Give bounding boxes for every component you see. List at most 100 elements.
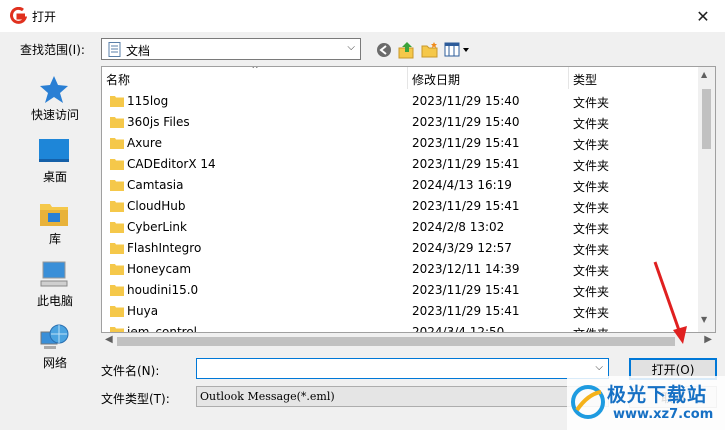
- close-button[interactable]: ✕: [681, 0, 725, 32]
- file-name: Axure: [127, 136, 162, 150]
- file-row[interactable]: FlashIntegro 2024/3/29 12:57 文件夹: [102, 238, 702, 259]
- file-row[interactable]: Huya 2023/11/29 15:41 文件夹: [102, 301, 702, 322]
- file-date: 2023/11/29 15:40: [412, 94, 520, 108]
- file-date: 2023/11/29 15:41: [412, 136, 520, 150]
- filename-input[interactable]: ⌵: [196, 358, 609, 379]
- place-this-pc[interactable]: 此电脑: [10, 256, 100, 314]
- place-label: 此电脑: [36, 294, 73, 308]
- desktop-icon: [39, 139, 69, 162]
- file-type: 文件夹: [573, 285, 610, 299]
- view-menu-button[interactable]: [443, 40, 473, 60]
- horizontal-scrollbar[interactable]: ◀ ▶: [101, 333, 716, 350]
- file-name: FlashIntegro: [127, 241, 202, 255]
- file-type: 文件夹: [573, 117, 610, 131]
- scroll-right-icon[interactable]: ▶: [704, 334, 712, 345]
- file-row[interactable]: iem_control 2024/3/4 12:50 文件夹: [102, 322, 702, 333]
- app-logo-icon: [10, 7, 27, 24]
- scroll-up-icon[interactable]: ▲: [701, 70, 707, 79]
- column-header-label: 名称: [106, 73, 131, 87]
- file-row[interactable]: CloudHub 2023/11/29 15:41 文件夹: [102, 196, 702, 217]
- file-name: CADEditorX 14: [127, 157, 216, 171]
- file-row[interactable]: Axure 2023/11/29 15:41 文件夹: [102, 133, 702, 154]
- scroll-down-icon[interactable]: ▼: [701, 315, 707, 324]
- filetype-value: Outlook Message(*.eml): [200, 390, 335, 403]
- file-type: 文件夹: [573, 243, 610, 257]
- folder-icon: [110, 243, 124, 254]
- scroll-thumb[interactable]: [117, 337, 675, 346]
- folder-icon: [110, 306, 124, 317]
- folder-icon: [110, 285, 124, 296]
- file-date: 2023/11/29 15:40: [412, 115, 520, 129]
- places-bar: 快速访问 桌面 库 此电脑 网络: [10, 66, 100, 386]
- back-button[interactable]: [374, 40, 394, 60]
- file-date: 2024/2/8 13:02: [412, 220, 505, 234]
- place-library[interactable]: 库: [10, 194, 100, 252]
- filetype-dropdown[interactable]: Outlook Message(*.eml): [196, 386, 609, 407]
- up-folder-button[interactable]: [397, 40, 417, 60]
- folder-icon: [110, 117, 124, 128]
- place-label: 快速访问: [30, 108, 79, 122]
- annotation-arrow-icon: [653, 261, 687, 344]
- file-date: 2023/11/29 15:41: [412, 157, 520, 171]
- file-name: houdini15.0: [127, 283, 199, 297]
- library-icon: [40, 204, 68, 226]
- file-type: 文件夹: [573, 159, 610, 173]
- column-header-name[interactable]: 名称 ⌃: [102, 67, 408, 89]
- computer-icon: [40, 261, 68, 287]
- folder-icon: [110, 96, 124, 107]
- file-name: iem_control: [127, 325, 198, 333]
- file-name: Honeycam: [127, 262, 192, 276]
- file-name: Huya: [127, 304, 159, 318]
- file-name: CyberLink: [127, 220, 187, 234]
- folder-icon: [110, 264, 124, 275]
- file-list[interactable]: 名称 ⌃ 修改日期 类型 115log 2023/11/29 15:40 文件夹 36…: [101, 66, 716, 333]
- watermark-logo-icon: [571, 385, 605, 419]
- lookin-dropdown[interactable]: 文档 ⌵: [101, 38, 361, 60]
- place-network[interactable]: 网络: [10, 318, 100, 376]
- file-date: 2024/4/13 16:19: [412, 178, 512, 192]
- folder-icon: [110, 222, 124, 233]
- file-type: 文件夹: [573, 180, 610, 194]
- place-quick-access[interactable]: 快速访问: [10, 70, 100, 128]
- chevron-down-icon[interactable]: ⌵: [595, 362, 603, 373]
- scroll-thumb[interactable]: [702, 89, 711, 149]
- file-type: 文件夹: [573, 222, 610, 236]
- new-folder-button[interactable]: [420, 40, 440, 60]
- file-name: CloudHub: [127, 199, 186, 213]
- folder-icon: [110, 327, 124, 332]
- place-desktop[interactable]: 桌面: [10, 132, 100, 190]
- file-date: 2023/11/29 15:41: [412, 283, 520, 297]
- up-folder-icon: [398, 42, 414, 59]
- title-bar: 打开 ✕: [0, 0, 725, 32]
- back-icon: [377, 43, 391, 57]
- view-menu-icon: [444, 42, 469, 57]
- file-row[interactable]: 360js Files 2023/11/29 15:40 文件夹: [102, 112, 702, 133]
- close-icon: ✕: [696, 6, 710, 26]
- file-row[interactable]: CADEditorX 14 2023/11/29 15:41 文件夹: [102, 154, 702, 175]
- vertical-scrollbar[interactable]: ▲ ▼: [698, 67, 715, 332]
- file-date: 2024/3/29 12:57: [412, 241, 512, 255]
- column-header-date[interactable]: 修改日期: [408, 67, 569, 89]
- column-header-type[interactable]: 类型: [569, 67, 699, 89]
- file-row[interactable]: Camtasia 2024/4/13 16:19 文件夹: [102, 175, 702, 196]
- folder-icon: [110, 180, 124, 191]
- lookin-value: 文档: [126, 44, 151, 58]
- file-type: 文件夹: [573, 96, 610, 110]
- place-label: 库: [48, 232, 61, 246]
- scroll-left-icon[interactable]: ◀: [105, 334, 113, 345]
- file-date: 2023/11/29 15:41: [412, 199, 520, 213]
- file-row[interactable]: houdini15.0 2023/11/29 15:41 文件夹: [102, 280, 702, 301]
- column-header-label: 类型: [573, 73, 598, 87]
- network-icon: [40, 324, 69, 349]
- watermark-url: www.xz7.com: [613, 407, 714, 422]
- folder-icon: [110, 201, 124, 212]
- filename-label: 文件名(N):: [101, 364, 160, 378]
- sort-ascending-icon: ⌃: [250, 66, 261, 77]
- file-row[interactable]: 115log 2023/11/29 15:40 文件夹: [102, 91, 702, 112]
- file-row[interactable]: Honeycam 2023/12/11 14:39 文件夹: [102, 259, 702, 280]
- column-header-label: 修改日期: [412, 73, 461, 87]
- file-row[interactable]: CyberLink 2024/2/8 13:02 文件夹: [102, 217, 702, 238]
- file-date: 2024/3/4 12:50: [412, 325, 505, 333]
- file-type: 文件夹: [573, 201, 610, 215]
- file-date: 2023/12/11 14:39: [412, 262, 520, 276]
